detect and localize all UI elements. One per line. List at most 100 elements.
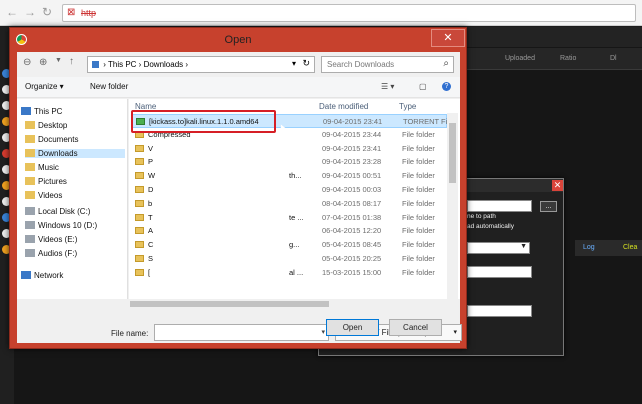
cancel-button[interactable]: Cancel [389,319,442,336]
back-icon[interactable]: ⊖ [23,57,31,68]
file-row[interactable]: S 05-04-2015 20:25 File folder [132,252,447,266]
file-trail: te ... [289,212,304,222]
up-arrow-icon[interactable]: ↑ [69,56,74,67]
horizontal-scrollbar[interactable] [17,299,460,309]
chevron-down-icon[interactable]: ▼ [55,57,62,64]
file-row[interactable]: A 06-04-2015 12:20 File folder [132,224,447,238]
nav-item[interactable]: Local Disk (C:) [25,207,90,216]
browse-button[interactable]: ... [540,201,557,212]
file-name: D [148,185,154,194]
file-row[interactable]: Cg... 05-04-2015 08:45 File folder [132,238,447,252]
insecure-icon: ⊠ [67,7,76,18]
file-trail: g... [289,240,300,250]
browser-toolbar: ← → ↻ ⊠ http [0,0,642,26]
help-icon[interactable]: ? [442,82,451,91]
column-ratio[interactable]: Ratio [560,55,576,62]
new-folder-button[interactable]: New folder [90,82,128,91]
nav-item-label: Pictures [38,177,67,186]
organize-button[interactable]: Organize ▾ [25,82,64,91]
preview-pane-icon[interactable]: ▢ [419,82,427,91]
nav-item[interactable]: Pictures [25,177,67,186]
file-type: File folder [402,171,435,181]
folder-icon [135,144,144,152]
folder-icon [25,135,35,143]
path-field[interactable] [467,200,532,212]
forward-icon[interactable]: ⊕ [39,57,47,68]
file-date: 09-04-2015 23:44 [322,129,382,139]
network-icon [21,271,31,279]
file-date: 15-03-2015 15:00 [322,267,382,277]
file-type: TORRENT File [403,117,454,126]
nav-item[interactable]: Desktop [25,121,67,130]
file-row[interactable]: b 08-04-2015 08:17 File folder [132,197,447,211]
nav-item[interactable]: Videos (E:) [25,235,77,244]
close-icon[interactable]: ✕ [552,180,563,191]
filename-input[interactable]: ▾ [154,324,329,341]
navigation-pane: This PC Desktop Documents Downloads Music Pic… [17,99,128,299]
text-field[interactable] [467,266,532,278]
highlight-box [131,110,276,133]
nav-item[interactable]: Videos [25,191,62,200]
nav-item[interactable]: This PC [21,107,62,116]
vertical-scrollbar[interactable] [447,113,458,299]
tab-log[interactable]: Log [583,244,595,251]
arrow-left-icon[interactable]: ← [6,5,18,19]
file-date: 06-04-2015 12:20 [322,226,382,236]
pc-icon [92,61,99,68]
file-row[interactable]: Wth... 09-04-2015 00:51 File folder [132,169,447,183]
folder-icon [25,121,35,129]
address-bar[interactable]: ⊠ http [62,4,636,22]
nav-item-label: Windows 10 (D:) [38,221,98,230]
nav-item-label: Music [38,163,59,172]
file-row[interactable]: Tte ... 07-04-2015 01:38 File folder [132,211,447,225]
nav-item[interactable]: Windows 10 (D:) [25,221,97,230]
reload-icon[interactable]: ↻ [42,5,52,19]
text-field[interactable] [467,305,532,317]
file-row[interactable]: V 09-04-2015 23:41 File folder [132,142,447,156]
nav-item[interactable]: Network [21,271,63,280]
file-row[interactable]: D 09-04-2015 00:03 File folder [132,183,447,197]
file-type: File folder [402,254,435,263]
address-breadcrumb[interactable]: › This PC › Downloads › ▾ ↻ [87,56,315,73]
tab-clear[interactable]: Clea [623,244,637,251]
column-uploaded[interactable]: Uploaded [505,55,535,62]
command-bar: Organize ▾ New folder ☰ ▾ ▢ ? [17,77,460,98]
nav-item-label: Audios (F:) [38,249,78,258]
column-dl[interactable]: Dl [610,55,617,62]
file-type: File folder [402,143,435,153]
view-options-icon[interactable]: ☰ ▾ [381,82,394,91]
open-button[interactable]: Open [326,319,379,336]
scroll-thumb[interactable] [449,123,456,183]
chrome-icon [16,34,27,45]
file-type: File folder [402,226,435,236]
scroll-thumb[interactable] [130,301,329,307]
column-type[interactable]: Type [399,102,416,111]
file-row[interactable]: P 09-04-2015 23:28 File folder [132,155,447,169]
breadcrumb-this-pc[interactable]: This PC [108,60,136,69]
file-date: 05-04-2015 08:45 [322,240,382,250]
dialog-body: ⊖ ⊕ ▼ ↑ › This PC › Downloads › ▾ ↻ Sear… [17,52,462,343]
breadcrumb-downloads[interactable]: Downloads [144,60,184,69]
file-type: File folder [402,240,435,250]
folder-icon [135,227,144,235]
chevron-down-icon[interactable]: ▾ [292,59,296,68]
chevron-down-icon[interactable]: ▾ [321,328,325,336]
nav-item[interactable]: Music [25,163,59,172]
file-row[interactable]: [al ... 15-03-2015 15:00 File folder [132,266,447,280]
search-input[interactable]: Search Downloads ⌕ [321,56,454,73]
file-date: 09-04-2015 23:28 [322,157,382,167]
nav-item[interactable]: Audios (F:) [25,249,77,258]
column-date-modified[interactable]: Date modified [319,102,368,111]
select-field[interactable]: ▼ [467,242,530,254]
close-button[interactable]: ✕ [431,29,465,47]
open-dialog: Open ✕ ⊖ ⊕ ▼ ↑ › This PC › Downloads › ▾… [9,27,467,349]
refresh-icon[interactable]: ↻ [302,58,310,69]
nav-item[interactable]: Documents [25,135,78,144]
search-icon: ⌕ [443,58,449,69]
nav-item[interactable]: Downloads [25,149,125,158]
arrow-right-icon[interactable]: → [24,5,36,19]
folder-icon [135,158,144,166]
file-date: 09-04-2015 23:41 [323,117,383,126]
file-date: 07-04-2015 01:38 [322,212,382,222]
file-name: A [148,226,154,236]
